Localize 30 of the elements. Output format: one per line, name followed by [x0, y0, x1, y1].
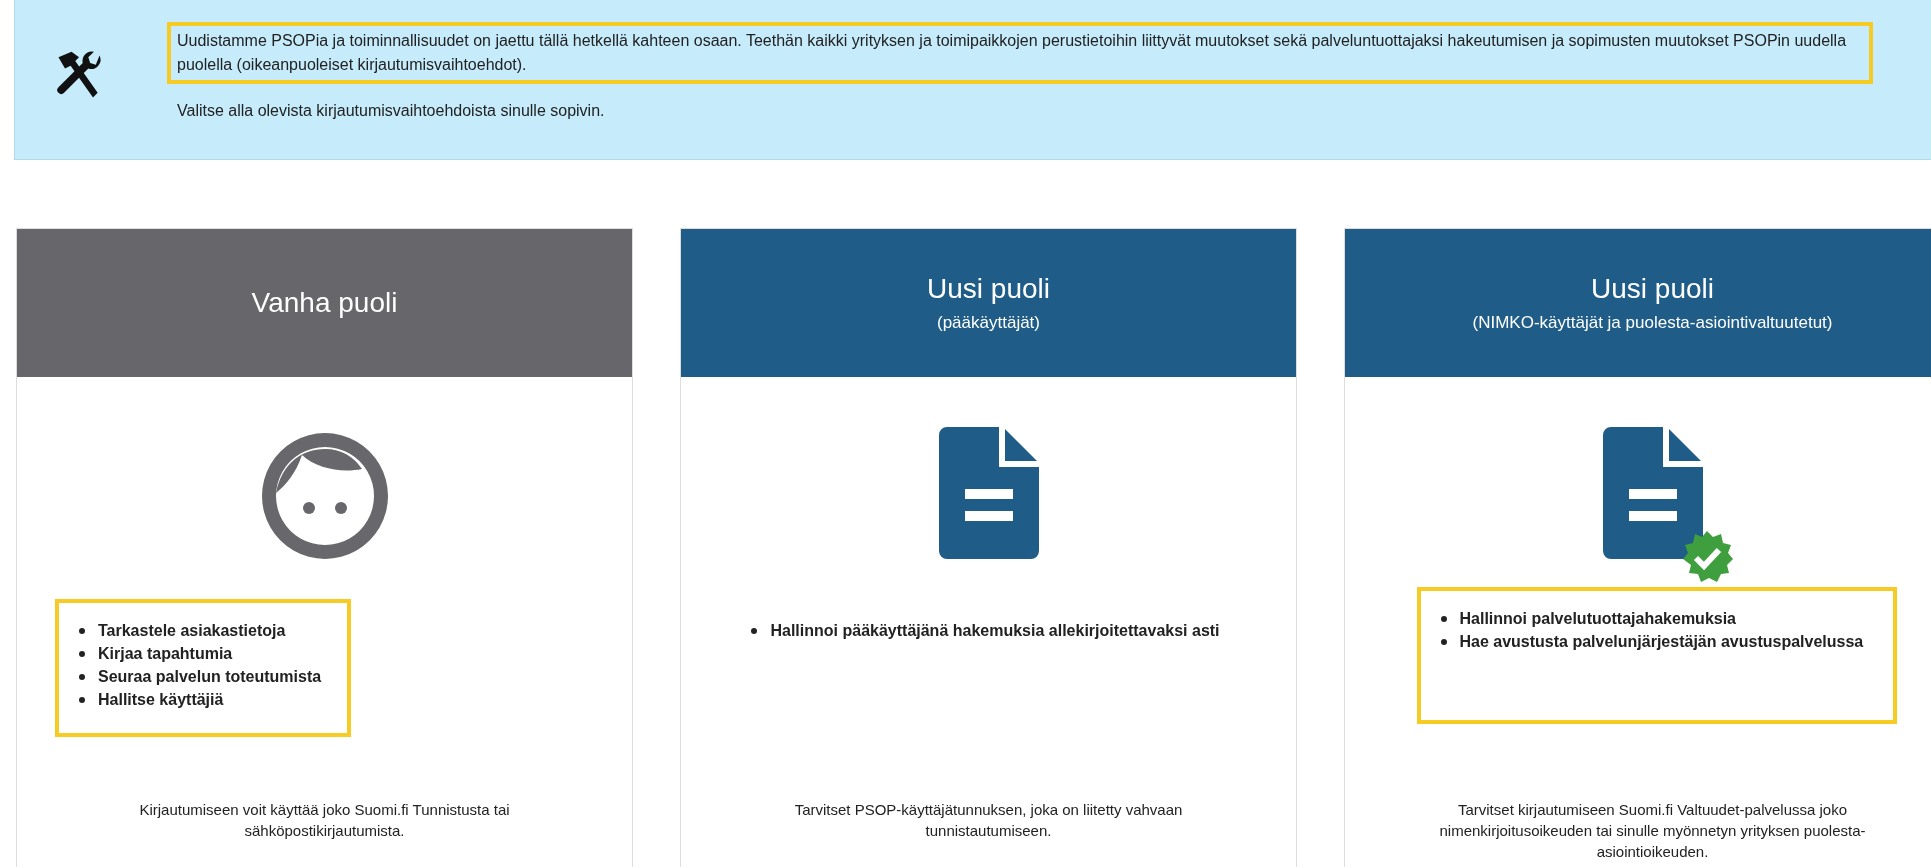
login-card[interactable]: Vanha puoli Tarkastele asiakastietoja Kirjaa tapahtumia Seuraa palvelun toteutumista Hallitse käyttäjiä Kirjautumiseen voit käyttää joko Suomi.fi Tunnistusta tai sähköpostikirjautumista. — [16, 228, 633, 867]
document-icon — [1602, 427, 1703, 559]
bullet-icon — [79, 696, 85, 703]
card-description: Tarvitset PSOP-käyttäjätunnuksen, joka on liitetty vahvaan tunnistautumiseen. — [793, 800, 1184, 841]
notice-text: Valitse alla olevista kirjautumisvaihtoehdoista sinulle sopivin. — [176, 101, 606, 121]
feature-item: Hae avustusta palvelunjärjestäjän avustuspalvelussa — [1459, 632, 1864, 652]
notice-text: Uudistamme PSOPia ja toiminnallisuudet on jaettu tällä hetkellä kahteen osaan. Teethän kaikki yrityksen ja toimipaikkojen perustietoihin liittyvät muutokset sekä palveluntuottajaksi hakeutumisen ja sopimusten muutokset PSOPin uudella puolella (oikeanpuoleiset kirjautumisvaihtoehdot). — [167, 22, 1873, 84]
feature-item: Hallinnoi pääkäyttäjänä hakemuksia allekirjoitettavaksi asti — [770, 621, 1220, 641]
card-subtitle: (NIMKO-käyttäjät ja puolesta-asiointivaltuutetut) — [1472, 313, 1833, 333]
bullet-icon — [1440, 615, 1447, 622]
feature-item: Seuraa palvelun toteutumista — [98, 667, 322, 687]
bullet-icon — [751, 627, 758, 634]
bullet-icon — [79, 650, 85, 657]
card-title: Uusi puoli — [927, 273, 1050, 305]
document-icon — [938, 427, 1039, 559]
login-card[interactable] — [1344, 228, 1931, 867]
feature-item: Hallitse käyttäjiä — [98, 690, 224, 710]
card-title: Uusi puoli — [1591, 273, 1714, 305]
bullet-icon — [79, 627, 85, 634]
feature-item: Hallinnoi palvelutuottajahakemuksia — [1459, 609, 1736, 629]
card-description: Tarvitset kirjautumiseen Suomi.fi Valtuudet-palvelussa joko nimenkirjoitusoikeuden tai sinulle myönnetyn yrityksen puolesta-asiointioikeuden. — [1438, 800, 1867, 862]
bullet-icon — [1440, 638, 1447, 645]
bullet-icon — [79, 673, 85, 680]
face-icon — [261, 433, 388, 559]
feature-item: Tarkastele asiakastietoja — [98, 621, 286, 641]
card-description: Kirjautumiseen voit käyttää joko Suomi.fi Tunnistusta tai sähköpostikirjautumista. — [138, 800, 511, 841]
login-card[interactable]: Uusi puoli (pääkäyttäjät) Hallinnoi pääkäyttäjänä hakemuksia allekirjoitettavaksi asti Tarvitset PSOP-käyttäjätunnuksen, joka on liitetty vahvaan tunnistautumiseen. — [680, 228, 1297, 867]
feature-item: Kirjaa tapahtumia — [98, 644, 233, 664]
card-title: Vanha puoli — [251, 287, 398, 319]
card-subtitle: (pääkäyttäjät) — [937, 313, 1040, 333]
